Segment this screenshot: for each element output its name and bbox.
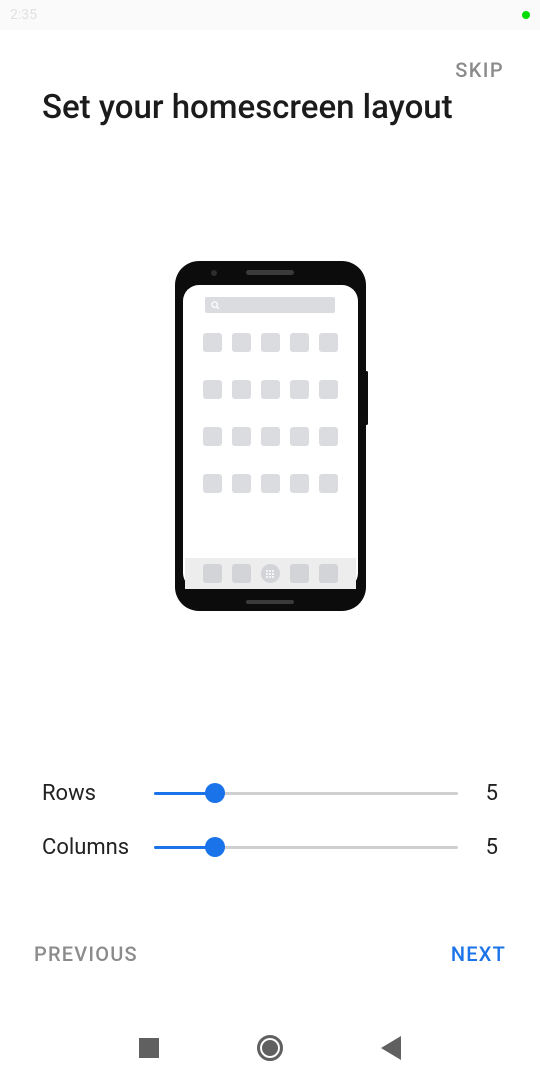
system-navigation-bar	[0, 1016, 540, 1080]
next-button[interactable]: NEXT	[451, 942, 506, 966]
rows-slider-thumb[interactable]	[205, 783, 225, 803]
app-grid-preview	[191, 333, 350, 558]
homescreen-preview	[0, 261, 540, 611]
battery-indicator-icon	[522, 11, 530, 19]
overview-icon[interactable]	[139, 1038, 159, 1058]
status-time: 2:35	[10, 7, 37, 23]
columns-slider-thumb[interactable]	[205, 837, 225, 857]
columns-label: Columns	[42, 835, 154, 860]
app-drawer-icon	[261, 564, 280, 583]
search-icon	[211, 301, 220, 310]
rows-value: 5	[458, 781, 498, 806]
columns-slider[interactable]	[154, 837, 458, 857]
skip-button[interactable]: SKIP	[455, 58, 504, 82]
rows-slider[interactable]	[154, 783, 458, 803]
search-bar-mock	[205, 297, 335, 313]
page-title: Set your homescreen layout	[0, 82, 540, 127]
rows-label: Rows	[42, 781, 154, 806]
previous-button[interactable]: PREVIOUS	[34, 942, 138, 966]
dock-preview	[185, 558, 356, 589]
status-bar: 2:35	[0, 0, 540, 30]
home-icon[interactable]	[257, 1035, 283, 1061]
back-icon[interactable]	[381, 1036, 401, 1060]
phone-screen	[183, 285, 358, 589]
phone-mockup	[175, 261, 366, 611]
columns-value: 5	[458, 835, 498, 860]
status-icons	[522, 11, 530, 19]
